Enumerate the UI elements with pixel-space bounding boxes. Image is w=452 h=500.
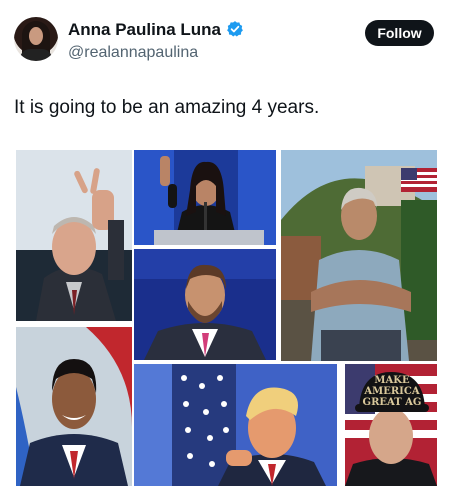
verified-badge-icon [227,21,243,37]
media-photo-1[interactable] [16,150,132,321]
photo-6-image [134,364,337,486]
photo-2-image [134,150,276,245]
media-photo-3[interactable] [281,150,437,361]
photo-5-image [16,327,132,486]
hat-text: MAKE AMERICA GREAT AG [362,375,422,408]
author-name-row[interactable]: Anna Paulina Luna [68,20,244,40]
media-photo-4[interactable] [134,249,276,360]
photo-3-image [281,150,437,361]
author-handle[interactable]: @realannapaulina [68,44,198,62]
photo-4-image [134,249,276,360]
follow-button[interactable]: Follow [365,20,434,46]
avatar-face [29,27,43,45]
author-name[interactable]: Anna Paulina Luna [68,20,221,39]
tweet-text: It is going to be an amazing 4 years. [14,97,320,118]
author-avatar[interactable] [14,17,58,61]
photo-1-image [16,150,132,321]
media-photo-6[interactable] [134,364,337,486]
media-photo-5[interactable] [16,327,132,486]
avatar-body [20,49,52,61]
media-photo-2[interactable] [134,150,276,245]
tweet-header: Anna Paulina Luna @realannapaulina Follo… [0,0,452,80]
media-collage[interactable]: MAKE AMERICA GREAT AG [14,149,439,490]
